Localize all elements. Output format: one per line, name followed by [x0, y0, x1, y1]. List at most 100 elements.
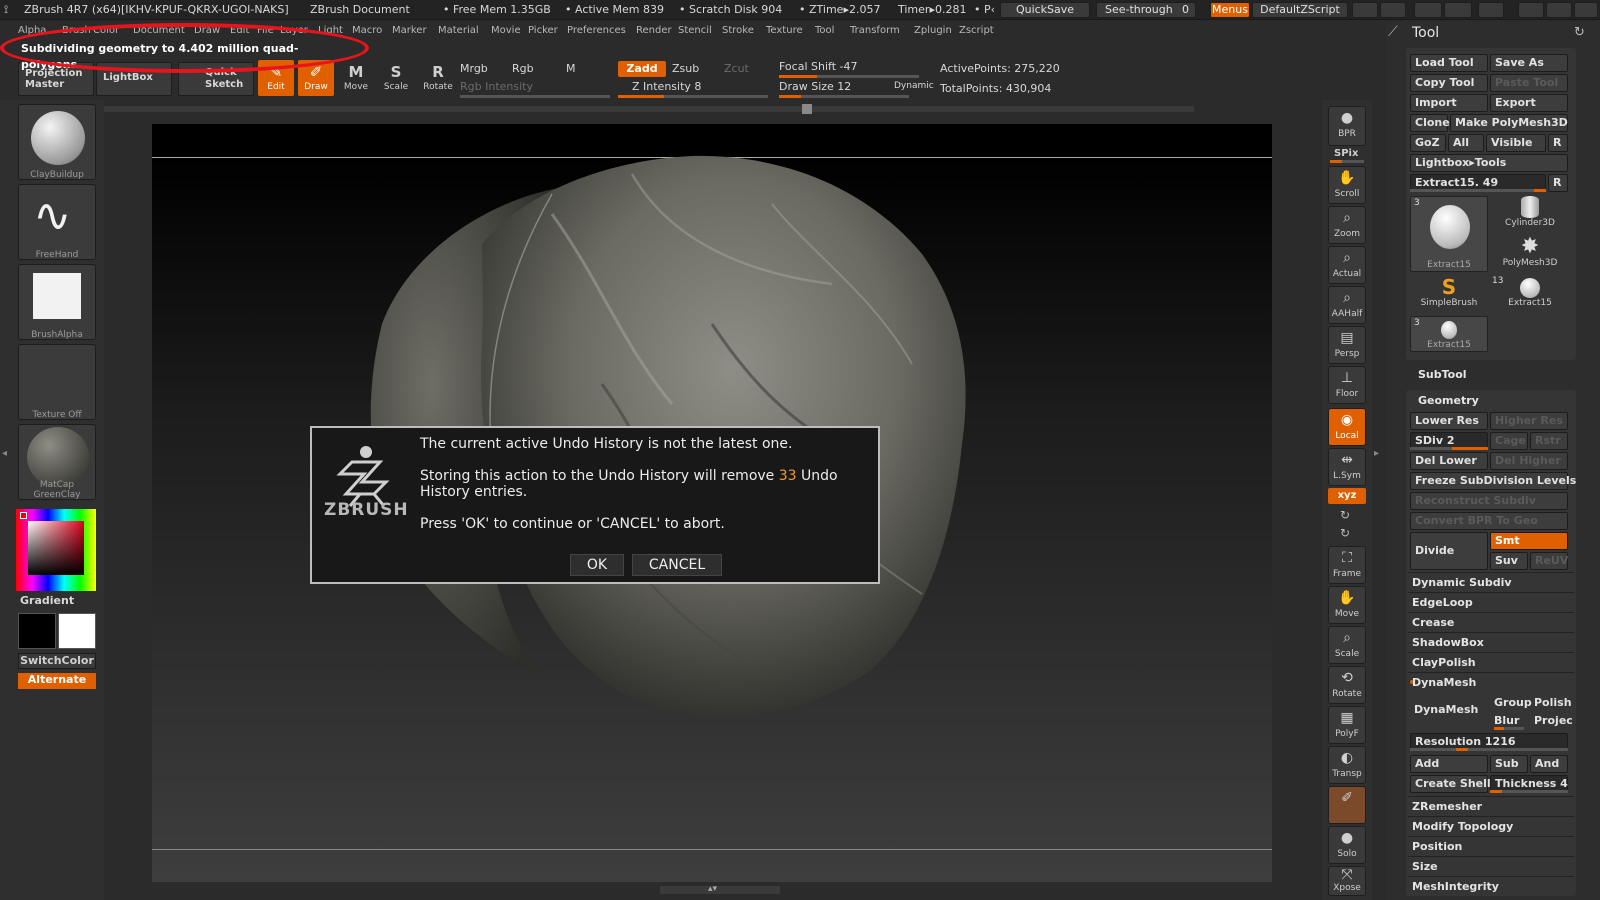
xpose-button[interactable]: ⤧ Xpose	[1328, 866, 1366, 896]
create-shell-button[interactable]: Create Shell	[1410, 775, 1491, 793]
layout-switch-icon[interactable]	[1414, 2, 1442, 18]
color-saturation-box[interactable]	[28, 521, 84, 575]
ok-button[interactable]: OK	[570, 554, 624, 576]
load-tool-button[interactable]: Load Tool	[1410, 54, 1488, 72]
dynamesh-polish-toggle[interactable]: Polish	[1534, 696, 1572, 709]
tool-thumb-simplebrush[interactable]: S SimpleBrush	[1410, 276, 1488, 312]
color-picker[interactable]	[16, 509, 96, 591]
import-button[interactable]: Import	[1410, 94, 1488, 112]
resolution-track[interactable]	[1410, 748, 1568, 751]
smt-toggle[interactable]: Smt	[1490, 532, 1568, 550]
rstr-button[interactable]: Rstr	[1530, 432, 1568, 450]
menu-preferences[interactable]: Preferences	[567, 25, 626, 36]
maximize-icon[interactable]	[1546, 2, 1572, 18]
rotate-view-button[interactable]: ⟲ Rotate	[1328, 666, 1366, 704]
layout-left-icon[interactable]	[1352, 2, 1378, 18]
menu-zplugin[interactable]: Zplugin	[914, 25, 952, 36]
dynamesh-group-toggle[interactable]: Group	[1494, 696, 1532, 709]
alpha-picker[interactable]: BrushAlpha	[18, 264, 96, 340]
dynamesh-blur-slider[interactable]: Blur	[1494, 714, 1519, 727]
menus-button[interactable]: Menus	[1210, 2, 1250, 18]
frame-button[interactable]: ⛶ Frame	[1328, 546, 1366, 584]
zadd-button[interactable]: Zadd	[618, 61, 666, 77]
zsub-button[interactable]: Zsub	[672, 62, 699, 75]
menu-stroke[interactable]: Stroke	[722, 25, 754, 36]
menu-texture[interactable]: Texture	[766, 25, 803, 36]
copy-tool-button[interactable]: Copy Tool	[1410, 74, 1488, 92]
transp-button[interactable]: ◐ Transp	[1328, 746, 1366, 784]
top-shelf-scroll-thumb[interactable]	[802, 104, 812, 114]
tool-thumb-extract15-b[interactable]: 13 Extract15	[1492, 276, 1568, 312]
scale-mode-button[interactable]: S Scale	[378, 60, 414, 96]
rotate-z-icon[interactable]: ↻	[1340, 526, 1350, 540]
tool-panel-title[interactable]: Tool	[1412, 25, 1439, 41]
goz-visible-button[interactable]: Visible	[1486, 134, 1546, 152]
menu-picker[interactable]: Picker	[528, 25, 558, 36]
menu-transform[interactable]: Transform	[850, 25, 900, 36]
close-icon[interactable]	[1574, 2, 1598, 18]
paste-tool-button[interactable]: Paste Tool	[1490, 74, 1568, 92]
move-mode-button[interactable]: M Move	[338, 60, 374, 96]
zremesher-section[interactable]: ZRemesher	[1408, 796, 1574, 815]
menu-render[interactable]: Render	[636, 25, 672, 36]
goz-button[interactable]: GoZ	[1410, 134, 1446, 152]
stroke-picker[interactable]: ∿ FreeHand	[18, 184, 96, 260]
convert-bpr-button[interactable]: Convert BPR To Geo	[1410, 512, 1568, 530]
secondary-color-swatch[interactable]	[58, 613, 96, 649]
xyz-button[interactable]: xyz	[1328, 488, 1366, 504]
add-button[interactable]: Add	[1410, 755, 1488, 773]
move-view-button[interactable]: ✋ Move	[1328, 586, 1366, 624]
mrgb-button[interactable]: Mrgb	[460, 62, 488, 75]
del-lower-button[interactable]: Del Lower	[1410, 452, 1488, 470]
floor-button[interactable]: ⊥ Floor	[1328, 366, 1366, 404]
menu-marker[interactable]: Marker	[392, 25, 427, 36]
tool-pin-icon[interactable]: ⟋	[1388, 24, 1398, 40]
reuv-button[interactable]: ReUV	[1530, 552, 1568, 570]
focal-shift-slider[interactable]: Focal Shift -47	[779, 60, 857, 73]
rotate-mode-button[interactable]: R Rotate	[420, 60, 456, 96]
persp-button[interactable]: ▤ Persp	[1328, 326, 1366, 364]
bottom-tray-handle[interactable]	[660, 886, 780, 894]
lightbox-tools-button[interactable]: Lightbox▸Tools	[1410, 154, 1568, 172]
shadowbox-section[interactable]: ShadowBox	[1408, 632, 1574, 651]
solo-button[interactable]: ● Solo	[1328, 826, 1366, 864]
default-zscript-button[interactable]: DefaultZScript	[1252, 2, 1348, 18]
zoom-button[interactable]: ⌕ Zoom	[1328, 206, 1366, 244]
m-button[interactable]: M	[566, 62, 576, 75]
menu-macro[interactable]: Macro	[352, 25, 382, 36]
crease-section[interactable]: Crease	[1408, 612, 1574, 631]
tool-thumb-polymesh3d[interactable]: ✸ PolyMesh3D	[1492, 236, 1568, 272]
edgeloop-section[interactable]: EdgeLoop	[1408, 592, 1574, 611]
sub-button[interactable]: Sub	[1490, 755, 1528, 773]
scale-view-button[interactable]: ⌕ Scale	[1328, 626, 1366, 664]
lower-res-button[interactable]: Lower Res	[1410, 412, 1488, 430]
clone-button[interactable]: Clone	[1410, 114, 1450, 132]
blur-track[interactable]	[1494, 727, 1524, 730]
gradient-label[interactable]: Gradient	[20, 594, 74, 607]
z-intensity-track[interactable]	[618, 95, 768, 98]
layout-swap-icon[interactable]	[1444, 2, 1472, 18]
dynamesh-project-toggle[interactable]: Project	[1534, 714, 1572, 727]
scroll-button[interactable]: ✋ Scroll	[1328, 166, 1366, 204]
rotate-y-icon[interactable]: ↻	[1340, 508, 1350, 522]
dynamesh-button[interactable]: DynaMesh	[1410, 692, 1488, 730]
menu-zscript[interactable]: Zscript	[959, 25, 994, 36]
meshintegrity-section[interactable]: MeshIntegrity	[1408, 876, 1574, 895]
goz-r-button[interactable]: R	[1548, 134, 1568, 152]
draw-size-slider[interactable]: Draw Size 12	[779, 80, 851, 93]
rgb-intensity-track[interactable]	[460, 95, 610, 98]
menu-movie[interactable]: Movie	[491, 25, 521, 36]
rgb-button[interactable]: Rgb	[512, 62, 534, 75]
menu-material[interactable]: Material	[438, 25, 479, 36]
local-button[interactable]: ◉ Local	[1328, 408, 1366, 446]
minimize-icon[interactable]	[1518, 2, 1544, 18]
main-color-swatch[interactable]	[18, 613, 56, 649]
spix-slider[interactable]: SPix	[1334, 148, 1358, 159]
save-as-button[interactable]: Save As	[1490, 54, 1568, 72]
focal-shift-track[interactable]	[779, 75, 919, 78]
claypolish-section[interactable]: ClayPolish	[1408, 652, 1574, 671]
geometry-section[interactable]: Geometry	[1418, 394, 1479, 407]
lock-icon[interactable]	[1478, 2, 1504, 18]
right-tray-collapse-icon[interactable]: ▸	[1374, 448, 1382, 472]
cage-button[interactable]: Cage	[1490, 432, 1528, 450]
